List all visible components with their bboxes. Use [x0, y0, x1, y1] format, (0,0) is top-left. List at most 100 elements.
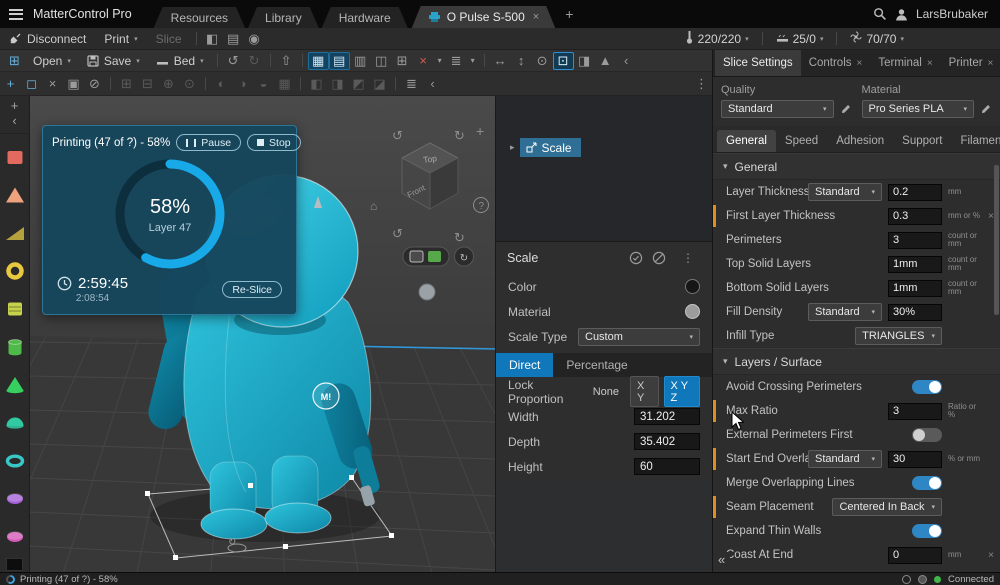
collapse-rail-icon[interactable]: ‹ [12, 114, 16, 128]
delete-icon[interactable]: × [413, 52, 434, 70]
list-icon[interactable]: ≣ [446, 52, 467, 70]
panel-tab-printer[interactable]: Printer× [941, 50, 1000, 76]
tab-percentage[interactable]: Percentage [553, 353, 640, 377]
setting-input[interactable]: 3 [888, 232, 942, 249]
slice-button[interactable]: Slice [147, 28, 191, 49]
overflow-icon[interactable]: ⋮ [675, 251, 701, 265]
rotate-handle[interactable] [419, 284, 435, 300]
setting-input[interactable]: 3 [888, 403, 942, 420]
close-icon[interactable]: × [533, 11, 539, 23]
list-caret-icon[interactable]: ▾ [467, 52, 479, 70]
support-tool-icon[interactable]: ▲ [595, 52, 616, 70]
username[interactable]: LarsBrubaker [916, 7, 988, 21]
view-layers-icon[interactable]: ▤ [329, 52, 350, 70]
more-tools-icon[interactable]: ‹ [616, 52, 637, 70]
primitive-cylinder[interactable] [4, 336, 26, 358]
hotend-temperature[interactable]: 220/220▾ [677, 30, 757, 47]
ungroup-icon[interactable]: ⊟ [137, 75, 158, 93]
close-icon[interactable]: × [857, 58, 863, 69]
tab-library[interactable]: Library [248, 7, 319, 28]
primitive-ring[interactable] [4, 450, 26, 472]
setting-dropdown[interactable]: Standard▾ [808, 183, 882, 201]
close-icon[interactable]: × [988, 58, 994, 69]
intersect-icon[interactable]: ◒ [253, 75, 274, 93]
setting-dropdown[interactable]: Standard▾ [808, 450, 882, 468]
setting-input[interactable]: 1mm [888, 256, 942, 273]
duplicate-icon[interactable]: ▣ [63, 75, 84, 93]
material-dropdown[interactable]: Pro Series PLA▾ [862, 100, 975, 118]
properties-icon[interactable]: ≣ [401, 75, 422, 93]
primitive-half-sphere[interactable] [4, 412, 26, 434]
view-solid-icon[interactable]: ▦ [308, 52, 329, 70]
export-icon[interactable]: ⇧ [276, 52, 297, 70]
setting-tab-support[interactable]: Support [893, 130, 951, 152]
setting-input[interactable]: 0 [888, 547, 942, 564]
mirror-tool-icon[interactable]: ◨ [574, 52, 595, 70]
setting-input[interactable]: 30 [888, 451, 942, 468]
setting-input[interactable]: 0.2 [888, 184, 942, 201]
primitive-disc-pink[interactable] [4, 526, 26, 548]
elevate-tool-icon[interactable]: ↕ [511, 52, 532, 70]
collapse-panel-button[interactable]: « [713, 552, 730, 569]
setting-input[interactable]: 0.3 [888, 208, 942, 225]
edit-pencil-icon[interactable] [840, 103, 852, 115]
redo-icon[interactable]: ↻ [244, 52, 265, 70]
mirror-y-icon[interactable]: ◨ [327, 75, 348, 93]
preview-icon[interactable]: ◉ [244, 30, 265, 48]
color-swatch[interactable] [685, 279, 700, 294]
overflow-icon[interactable]: ⋮ [691, 75, 712, 93]
array-icon[interactable]: ▦ [274, 75, 295, 93]
arrange-all-icon[interactable]: + [0, 75, 21, 93]
scale-tool-icon[interactable]: ⊡ [553, 52, 574, 70]
tree-item-scale[interactable]: ▸ Scale [496, 138, 712, 157]
revert-icon[interactable]: × [986, 550, 996, 561]
tab-resources[interactable]: Resources [154, 7, 245, 28]
field-input-width[interactable]: 31.202 [634, 408, 700, 425]
bend-icon[interactable]: ◪ [369, 75, 390, 93]
panel-tab-slice-settings[interactable]: Slice Settings [715, 50, 801, 76]
lock-option-x-y[interactable]: X Y [630, 376, 659, 407]
collapse-toolbar-icon[interactable]: ‹ [422, 75, 443, 93]
reslice-button[interactable]: Re-Slice [222, 281, 282, 298]
primitive-wedge[interactable] [4, 222, 26, 244]
arrange-parts-icon[interactable]: + [11, 99, 19, 113]
apply-icon[interactable] [629, 251, 643, 265]
distribute-icon[interactable]: ⊙ [179, 75, 200, 93]
panel-tab-terminal[interactable]: Terminal× [870, 50, 940, 76]
primitive-cube[interactable] [4, 146, 26, 168]
bed-view-toggle[interactable]: ↻ [403, 247, 474, 266]
delete-caret-icon[interactable]: ▾ [434, 52, 446, 70]
search-icon[interactable] [873, 7, 887, 21]
primitive-disc-purple[interactable] [4, 488, 26, 510]
undo-icon[interactable]: ↺ [223, 52, 244, 70]
stop-button[interactable]: Stop [247, 134, 301, 151]
bed-temperature[interactable]: 25/0▾ [768, 32, 832, 46]
rotate-tool-icon[interactable]: ⊙ [532, 52, 553, 70]
align-icon[interactable]: ⊕ [158, 75, 179, 93]
new-tab-button[interactable]: + [556, 6, 582, 22]
setting-input[interactable]: 30% [888, 304, 942, 321]
toggle-switch[interactable] [912, 524, 942, 538]
edit-pencil-icon[interactable] [980, 103, 992, 115]
field-input-depth[interactable]: 35.402 [634, 433, 700, 450]
sync-icon[interactable] [918, 575, 927, 584]
save-button[interactable]: Save▾ [79, 50, 148, 71]
primitive-cone[interactable] [4, 374, 26, 396]
setting-tab-speed[interactable]: Speed [776, 130, 827, 152]
pause-button[interactable]: Pause [176, 134, 241, 151]
view-slices-icon[interactable]: ▥ [350, 52, 371, 70]
tab-printer-active[interactable]: O Pulse S-500 × [412, 6, 555, 28]
setting-input[interactable]: 1mm [888, 280, 942, 297]
close-icon[interactable]: × [927, 58, 933, 69]
primitive-torus[interactable] [4, 260, 26, 282]
tab-hardware[interactable]: Hardware [322, 7, 408, 28]
panel-tab-controls[interactable]: Controls× [801, 50, 871, 76]
cancel-icon[interactable] [652, 251, 666, 265]
disconnect-button[interactable]: Disconnect [0, 28, 95, 49]
section-header-layers-surface[interactable]: ▾Layers / Surface [713, 348, 1000, 375]
toggle-switch[interactable] [912, 476, 942, 490]
move-tool-icon[interactable]: ↔ [490, 52, 511, 70]
view-grid-icon[interactable]: ⊞ [392, 52, 413, 70]
setting-dropdown[interactable]: Standard▾ [808, 303, 882, 321]
layout-columns-icon[interactable]: ⊞ [4, 52, 25, 70]
